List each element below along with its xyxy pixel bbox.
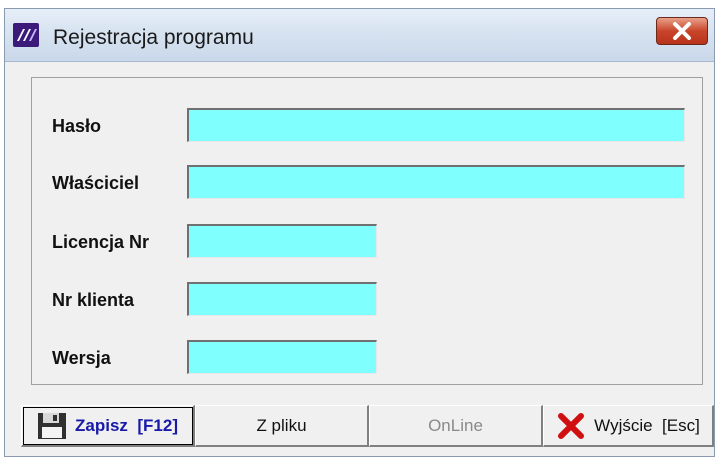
from-file-button[interactable]: Z pliku	[195, 405, 369, 447]
exit-button[interactable]: Wyjście [Esc]	[543, 405, 714, 447]
wersja-input[interactable]	[187, 340, 377, 374]
save-button-label: Zapisz [F12]	[75, 415, 178, 435]
title-bar[interactable]: Rejestracja programu	[5, 9, 714, 62]
wersja-label: Wersja	[52, 348, 111, 368]
nr-klienta-input[interactable]	[187, 282, 377, 316]
licencja-nr-input[interactable]	[187, 224, 377, 258]
wlasciciel-input[interactable]	[187, 165, 685, 199]
floppy-disk-icon	[38, 412, 67, 439]
save-button[interactable]: Zapisz [F12]	[21, 405, 195, 447]
haslo-label: Hasło	[52, 116, 102, 136]
exit-button-label: Wyjście [Esc]	[594, 415, 700, 435]
haslo-input[interactable]	[187, 108, 685, 142]
licencja-nr-label: Licencja Nr	[52, 232, 150, 252]
close-icon	[673, 22, 691, 40]
online-button-label: OnLine	[428, 415, 483, 435]
button-bar: Zapisz [F12] Z pliku OnLine Wyjście [Esc…	[5, 405, 714, 449]
nr-klienta-label: Nr klienta	[52, 290, 135, 310]
registration-dialog: Rejestracja programu Hasło Właściciel Li…	[4, 8, 715, 457]
online-button[interactable]: OnLine	[369, 405, 543, 447]
close-button[interactable]	[656, 17, 708, 45]
app-logo-icon	[13, 23, 39, 47]
from-file-button-label: Z pliku	[256, 415, 307, 435]
red-x-icon	[558, 412, 585, 439]
window-title: Rejestracja programu	[53, 26, 254, 49]
registration-form: Hasło Właściciel Licencja Nr Nr klienta …	[31, 77, 703, 385]
wlasciciel-label: Właściciel	[52, 173, 140, 193]
